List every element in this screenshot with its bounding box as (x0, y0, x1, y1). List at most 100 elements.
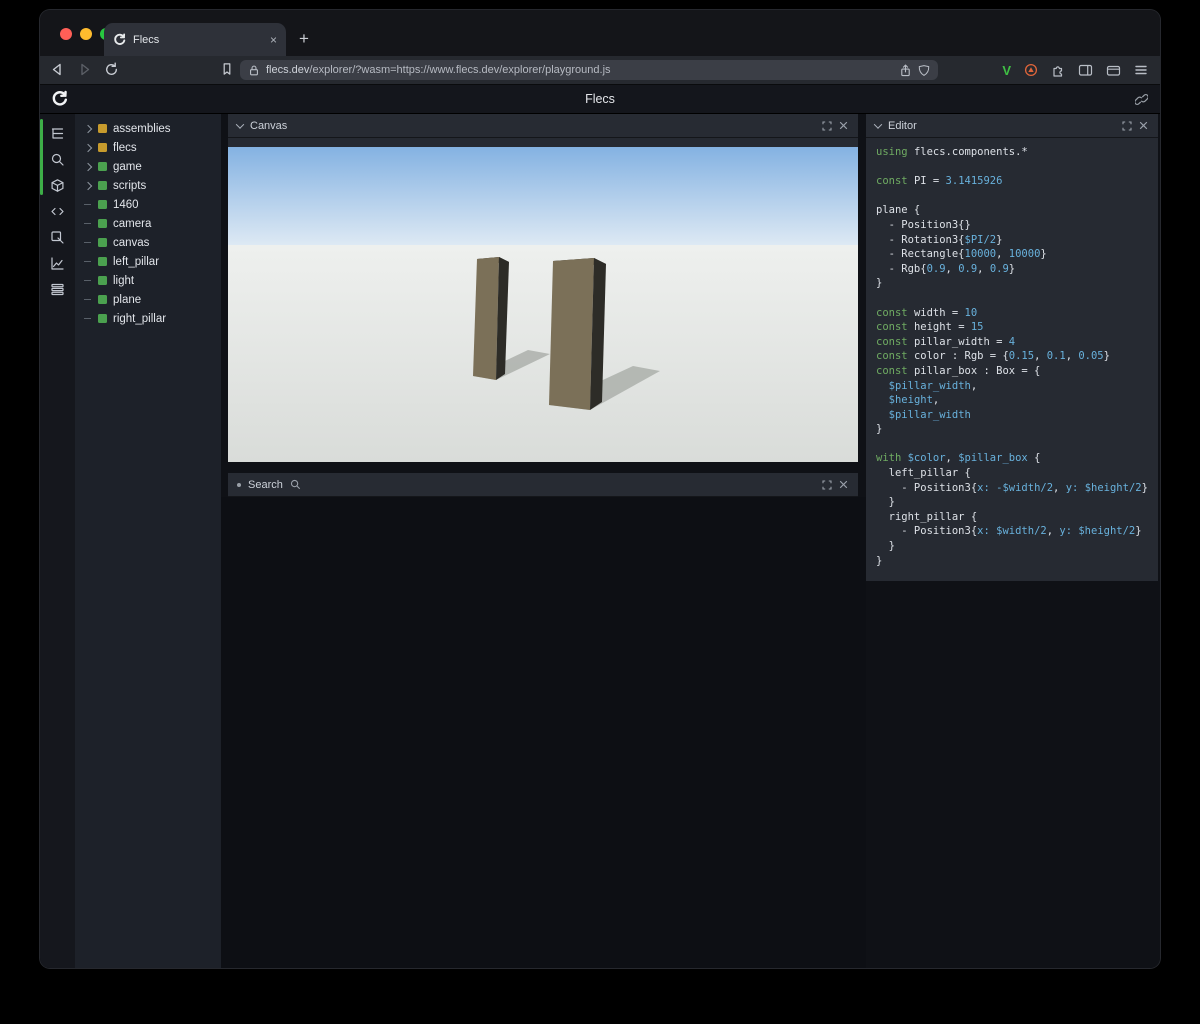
expand-chevron-icon[interactable] (83, 124, 98, 133)
back-button[interactable] (50, 62, 66, 78)
entity-tree: assemblies flecs game scripts 1460 camera canv… (75, 114, 221, 968)
entity-color-square (98, 238, 107, 247)
bookmark-icon[interactable] (220, 62, 236, 78)
wallet-icon[interactable] (1106, 63, 1121, 77)
close-panel-icon[interactable] (839, 121, 849, 131)
tab-strip: Flecs × + (40, 10, 1160, 56)
tree-dash (84, 261, 98, 262)
code-line: } (876, 554, 883, 567)
tab-close-icon[interactable]: × (270, 33, 277, 47)
stats-icon[interactable] (50, 256, 65, 271)
tree-item-camera[interactable]: camera (75, 214, 221, 233)
brave-rewards-icon[interactable] (1024, 63, 1038, 77)
reload-button[interactable] (104, 62, 120, 78)
expand-panel-icon[interactable] (1122, 120, 1132, 131)
entity-color-square (98, 295, 107, 304)
panel-dot-icon (237, 482, 241, 487)
expand-panel-icon[interactable] (822, 120, 832, 131)
code-line: - Position3{x: -$width/2, y: $height/2} (876, 481, 1148, 494)
tree-item-label: game (113, 160, 142, 173)
editor-panel: Editor using flecs.components.* const PI… (866, 114, 1158, 582)
entities-icon[interactable] (50, 178, 65, 193)
center-column: Canvas Search (221, 114, 866, 968)
collapse-chevron-icon[interactable] (873, 119, 883, 129)
entity-color-square (98, 219, 107, 228)
browser-toolbar: flecs.dev/explorer/?wasm=https://www.fle… (40, 56, 1160, 85)
tree-item-assemblies[interactable]: assemblies (75, 119, 221, 138)
app-main: assemblies flecs game scripts 1460 camera canv… (40, 114, 1160, 968)
canvas-panel: Canvas (228, 114, 858, 462)
code-line: right_pillar { (876, 510, 978, 523)
tree-dash (84, 204, 98, 205)
editor-panel-header: Editor (866, 114, 1158, 138)
code-line: } (876, 423, 883, 436)
tree-item-right_pillar[interactable]: right_pillar (75, 309, 221, 328)
flecs-logo-icon (51, 90, 68, 107)
code-line: const height = 15 (876, 321, 984, 334)
search-panel-header: Search (228, 473, 858, 497)
queries-icon[interactable] (50, 282, 65, 297)
canvas-3d-viewport[interactable] (228, 138, 858, 462)
code-icon[interactable] (50, 204, 65, 219)
new-tab-button[interactable]: + (292, 27, 316, 51)
expand-chevron-icon[interactable] (83, 181, 98, 190)
expand-chevron-icon[interactable] (83, 143, 98, 152)
close-panel-icon[interactable] (839, 480, 849, 490)
expand-panel-icon[interactable] (822, 479, 832, 490)
code-line: } (876, 496, 895, 509)
tree-item-game[interactable]: game (75, 157, 221, 176)
tree-dash (84, 242, 98, 243)
left-pillar (473, 257, 499, 380)
tree-item-label: camera (113, 217, 152, 230)
code-line: const pillar_width = 4 (876, 335, 1016, 348)
collapse-chevron-icon[interactable] (235, 119, 245, 129)
expand-chevron-icon[interactable] (83, 162, 98, 171)
menu-icon[interactable] (1134, 63, 1148, 77)
extensions-puzzle-icon[interactable] (1051, 63, 1065, 77)
code-line: $pillar_width (888, 408, 971, 421)
rail-active-indicator (40, 119, 43, 195)
code-line: - Rgb{0.9, 0.9, 0.9} (876, 262, 1016, 275)
close-panel-icon[interactable] (1139, 121, 1149, 131)
sidebar-toggle-icon[interactable] (1078, 63, 1093, 77)
code-editor[interactable]: using flecs.components.* const PI = 3.14… (866, 138, 1158, 582)
tree-item-1460[interactable]: 1460 (75, 195, 221, 214)
code-line: - Rotation3{$PI/2} (876, 233, 1003, 246)
browser-window: Flecs × + flecs.dev/explorer/?wasm=https… (40, 10, 1160, 968)
tree-item-canvas[interactable]: canvas (75, 233, 221, 252)
code-line: } (876, 277, 883, 290)
entity-color-square (98, 162, 107, 171)
close-window-button[interactable] (60, 28, 72, 40)
code-line: const PI = 3.1415926 (876, 175, 1003, 188)
tree-item-left_pillar[interactable]: left_pillar (75, 252, 221, 271)
code-line: } (876, 540, 895, 553)
flecs-favicon-icon (113, 33, 126, 46)
address-bar[interactable]: flecs.dev/explorer/?wasm=https://www.fle… (240, 60, 938, 80)
editor-panel-title: Editor (888, 119, 917, 132)
code-line: left_pillar { (876, 467, 971, 480)
url-text[interactable]: flecs.dev/explorer/?wasm=https://www.fle… (266, 64, 893, 76)
link-icon[interactable] (1135, 93, 1148, 106)
entity-color-square (98, 257, 107, 266)
tree-dash (84, 318, 98, 319)
outliner-icon[interactable] (50, 126, 65, 141)
inspect-icon[interactable] (50, 230, 65, 245)
tree-item-flecs[interactable]: flecs (75, 138, 221, 157)
minimize-window-button[interactable] (80, 28, 92, 40)
brave-shield-icon[interactable] (918, 64, 930, 77)
canvas-panel-header: Canvas (228, 114, 858, 138)
code-line: $pillar_width, (888, 379, 978, 392)
forward-button[interactable] (77, 62, 93, 78)
entity-color-square (98, 200, 107, 209)
vimium-extension-icon[interactable]: V (1002, 63, 1011, 78)
tree-item-plane[interactable]: plane (75, 290, 221, 309)
tree-item-light[interactable]: light (75, 271, 221, 290)
tree-item-scripts[interactable]: scripts (75, 176, 221, 195)
browser-tab[interactable]: Flecs × (104, 23, 286, 56)
code-line: $height, (888, 394, 940, 407)
search-icon[interactable] (50, 152, 65, 167)
share-icon[interactable] (899, 63, 912, 77)
sky (228, 147, 858, 247)
